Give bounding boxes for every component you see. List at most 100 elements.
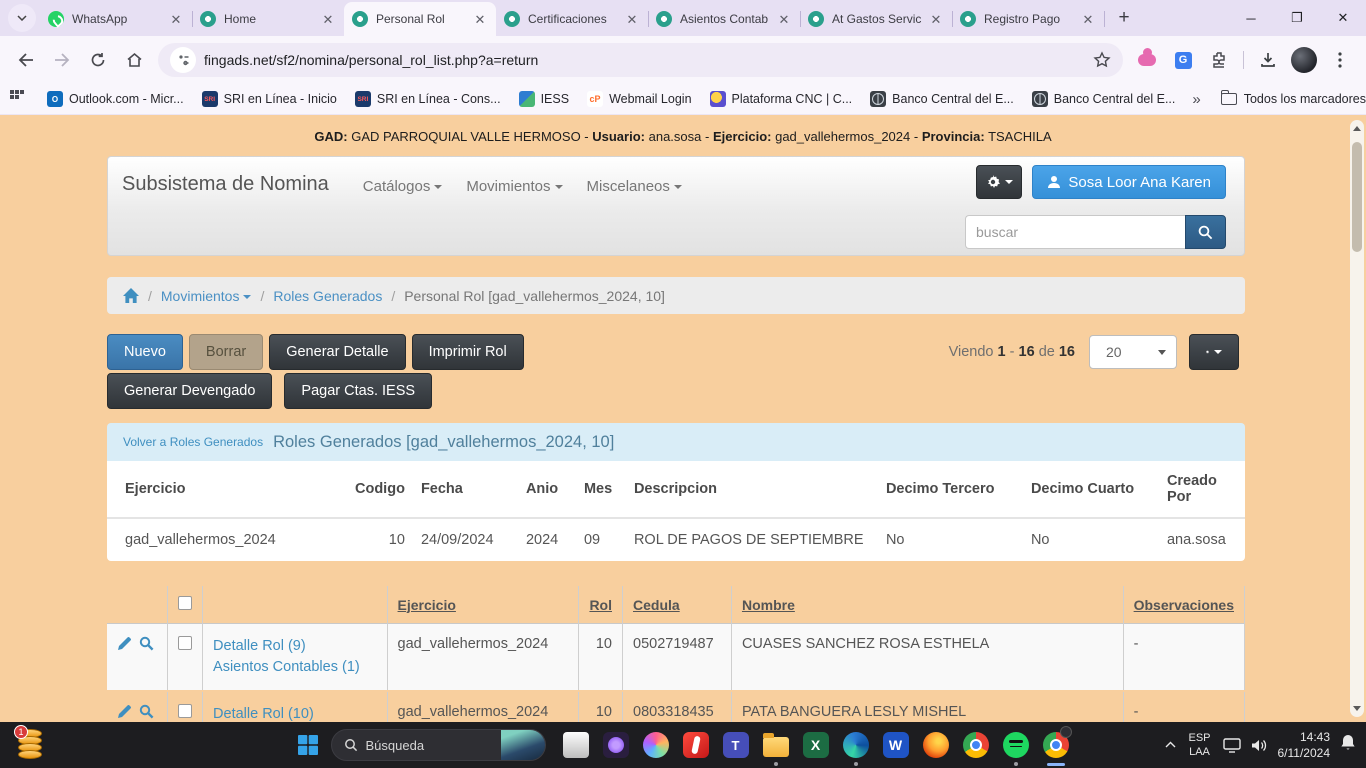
col-ejercicio-sort[interactable]: Ejercicio bbox=[387, 586, 579, 624]
window-maximize-button[interactable]: ❐ bbox=[1274, 0, 1320, 36]
tab-personal-rol-active[interactable]: Personal Rol ✕ bbox=[344, 2, 496, 36]
taskbar-chrome-active[interactable] bbox=[1036, 722, 1076, 768]
tab-close-icon[interactable]: ✕ bbox=[168, 11, 184, 27]
col-rol-sort[interactable]: Rol bbox=[579, 586, 623, 624]
tab-close-icon[interactable]: ✕ bbox=[320, 11, 336, 27]
browser-menu-icon[interactable] bbox=[1325, 45, 1355, 75]
breadcrumb-roles-generados[interactable]: Roles Generados bbox=[273, 288, 382, 304]
taskbar-app-purple[interactable] bbox=[596, 722, 636, 768]
forward-button[interactable] bbox=[46, 44, 78, 76]
detalle-rol-link[interactable]: Detalle Rol (9) bbox=[213, 636, 377, 657]
start-button[interactable] bbox=[291, 728, 325, 762]
menu-miscelaneos[interactable]: Miscelaneos bbox=[587, 178, 682, 195]
volume-icon[interactable] bbox=[1251, 738, 1268, 753]
col-nombre-sort[interactable]: Nombre bbox=[731, 586, 1123, 624]
new-tab-button[interactable]: + bbox=[1110, 4, 1138, 32]
edit-pencil-icon[interactable] bbox=[117, 636, 132, 651]
taskbar-search[interactable]: Búsqueda bbox=[331, 729, 546, 761]
select-all-checkbox[interactable] bbox=[178, 596, 192, 610]
pagar-ctas-iess-button[interactable]: Pagar Ctas. IESS bbox=[284, 373, 432, 409]
bookmark-webmail[interactable]: cPWebmail Login bbox=[587, 91, 691, 107]
tab-close-icon[interactable]: ✕ bbox=[776, 11, 792, 27]
taskbar-edge[interactable] bbox=[836, 722, 876, 768]
home-button[interactable] bbox=[118, 44, 150, 76]
bookmark-iess[interactable]: IESS bbox=[519, 91, 570, 107]
menu-catalogos[interactable]: Catálogos bbox=[363, 178, 443, 195]
taskbar-file-explorer[interactable] bbox=[756, 722, 796, 768]
translate-icon[interactable]: G bbox=[1168, 45, 1198, 75]
tab-at-gastos[interactable]: At Gastos Servic ✕ bbox=[800, 2, 952, 36]
col-observaciones-sort[interactable]: Observaciones bbox=[1123, 586, 1244, 624]
asientos-contables-link[interactable]: Asientos Contables (1) bbox=[213, 657, 377, 678]
taskbar-app-teams[interactable]: T bbox=[716, 722, 756, 768]
scrollbar-thumb[interactable] bbox=[1352, 142, 1362, 252]
profile-avatar[interactable] bbox=[1289, 45, 1319, 75]
tab-registro-pago[interactable]: Registro Pago ✕ bbox=[952, 2, 1104, 36]
tray-expand-chevron[interactable] bbox=[1165, 739, 1176, 751]
bookmark-outlook[interactable]: OOutlook.com - Micr... bbox=[47, 91, 184, 107]
taskbar-word[interactable]: W bbox=[876, 722, 916, 768]
volver-link[interactable]: Volver a Roles Generados bbox=[123, 435, 263, 449]
clock[interactable]: 14:43 6/11/2024 bbox=[1278, 729, 1331, 761]
tab-close-icon[interactable]: ✕ bbox=[624, 11, 640, 27]
language-indicator[interactable]: ESPLAA bbox=[1188, 731, 1210, 760]
settings-gear-button[interactable] bbox=[976, 165, 1022, 199]
breadcrumb-movimientos[interactable]: Movimientos bbox=[161, 288, 252, 304]
col-cedula-sort[interactable]: Cedula bbox=[623, 586, 732, 624]
taskbar-app-red[interactable] bbox=[676, 722, 716, 768]
all-bookmarks-button[interactable]: Todos los marcadores bbox=[1221, 92, 1366, 106]
bookmark-cnc[interactable]: Plataforma CNC | C... bbox=[710, 91, 853, 107]
bookmarks-overflow-chevron[interactable]: » bbox=[1192, 91, 1200, 108]
scroll-up-arrow[interactable] bbox=[1353, 126, 1361, 131]
bookmark-star-icon[interactable] bbox=[1093, 51, 1111, 69]
window-close-button[interactable]: ✕ bbox=[1320, 0, 1366, 36]
row-checkbox[interactable] bbox=[178, 704, 192, 718]
downloads-icon[interactable] bbox=[1253, 45, 1283, 75]
row-checkbox[interactable] bbox=[178, 636, 192, 650]
extension-pink-icon[interactable] bbox=[1132, 45, 1162, 75]
reload-button[interactable] bbox=[82, 44, 114, 76]
borrar-button[interactable]: Borrar bbox=[189, 334, 263, 370]
tab-whatsapp[interactable]: WhatsApp ✕ bbox=[40, 2, 192, 36]
taskbar-firefox[interactable] bbox=[916, 722, 956, 768]
window-minimize-button[interactable]: ─ bbox=[1228, 0, 1274, 36]
search-button[interactable] bbox=[1185, 215, 1226, 249]
bookmark-banco-central-2[interactable]: Banco Central del E... bbox=[1032, 91, 1176, 107]
page-scrollbar[interactable] bbox=[1350, 120, 1364, 717]
site-info-icon[interactable] bbox=[170, 47, 196, 73]
menu-movimientos[interactable]: Movimientos bbox=[466, 178, 562, 195]
view-magnifier-icon[interactable] bbox=[139, 704, 154, 719]
bookmark-sri-consultas[interactable]: SRISRI en Línea - Cons... bbox=[355, 91, 501, 107]
tab-search-button[interactable] bbox=[8, 4, 36, 32]
tab-certificaciones[interactable]: Certificaciones ✕ bbox=[496, 2, 648, 36]
apps-grid-icon[interactable] bbox=[10, 90, 24, 109]
tab-home[interactable]: Home ✕ bbox=[192, 2, 344, 36]
generar-detalle-button[interactable]: Generar Detalle bbox=[269, 334, 405, 370]
scroll-down-arrow[interactable] bbox=[1353, 706, 1361, 711]
tab-close-icon[interactable]: ✕ bbox=[928, 11, 944, 27]
user-account-button[interactable]: Sosa Loor Ana Karen bbox=[1032, 165, 1226, 199]
taskbar-chrome[interactable] bbox=[956, 722, 996, 768]
extensions-puzzle-icon[interactable] bbox=[1204, 45, 1234, 75]
taskbar-app-copilot[interactable] bbox=[636, 722, 676, 768]
search-input[interactable] bbox=[965, 215, 1185, 249]
imprimir-rol-button[interactable]: Imprimir Rol bbox=[412, 334, 524, 370]
taskbar-spotify[interactable] bbox=[996, 722, 1036, 768]
generar-devengado-button[interactable]: Generar Devengado bbox=[107, 373, 272, 409]
back-button[interactable] bbox=[10, 44, 42, 76]
taskbar-app-window[interactable] bbox=[556, 722, 596, 768]
address-bar[interactable]: fingads.net/sf2/nomina/personal_rol_list… bbox=[158, 43, 1123, 77]
bookmark-sri-inicio[interactable]: SRISRI en Línea - Inicio bbox=[202, 91, 337, 107]
notification-bell-icon[interactable] bbox=[1340, 734, 1356, 756]
bookmark-banco-central-1[interactable]: Banco Central del E... bbox=[870, 91, 1014, 107]
home-icon[interactable] bbox=[123, 288, 139, 303]
edit-pencil-icon[interactable] bbox=[117, 704, 132, 719]
detalle-rol-link[interactable]: Detalle Rol (10) bbox=[213, 704, 377, 722]
taskbar-notify-app[interactable]: 1 bbox=[18, 729, 44, 759]
print-button[interactable] bbox=[1189, 334, 1239, 370]
tab-close-icon[interactable]: ✕ bbox=[1080, 11, 1096, 27]
cast-screen-icon[interactable] bbox=[1223, 738, 1241, 753]
view-magnifier-icon[interactable] bbox=[139, 636, 154, 651]
tab-close-icon[interactable]: ✕ bbox=[472, 11, 488, 27]
page-size-select[interactable]: 20 bbox=[1089, 335, 1177, 369]
